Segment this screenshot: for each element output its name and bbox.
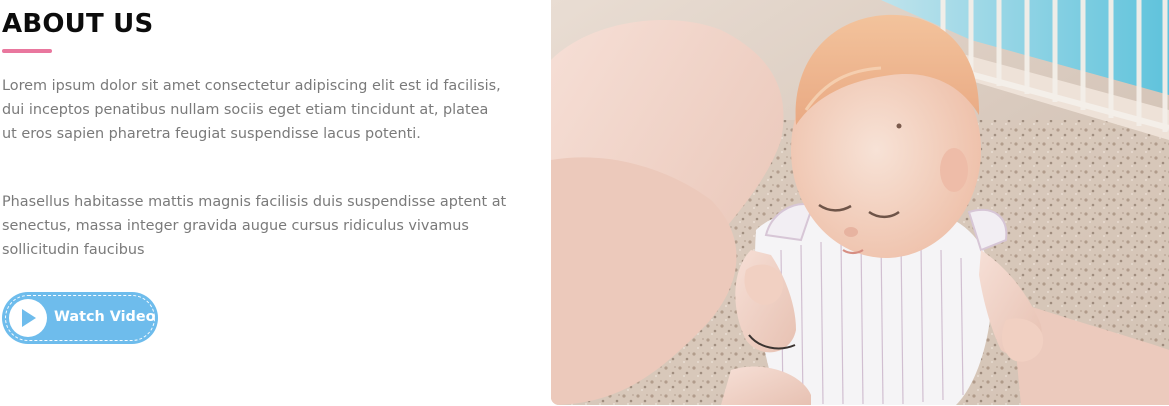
- about-paragraph-1: Lorem ipsum dolor sit amet consectetur a…: [2, 78, 501, 142]
- about-paragraph-2: Phasellus habitasse mattis magnis facili…: [2, 194, 507, 258]
- photo-illustration: [551, 0, 1169, 405]
- play-triangle: [22, 309, 36, 327]
- page-title: ABOUT US: [2, 9, 154, 39]
- about-section: ABOUT US Lorem ipsum dolor sit amet cons…: [0, 0, 520, 406]
- play-icon: [9, 299, 47, 337]
- baby-photo: [551, 0, 1169, 405]
- title-underline: [2, 49, 52, 53]
- watch-video-label: Watch Video: [54, 309, 156, 325]
- watch-video-button[interactable]: Watch Video: [2, 292, 158, 344]
